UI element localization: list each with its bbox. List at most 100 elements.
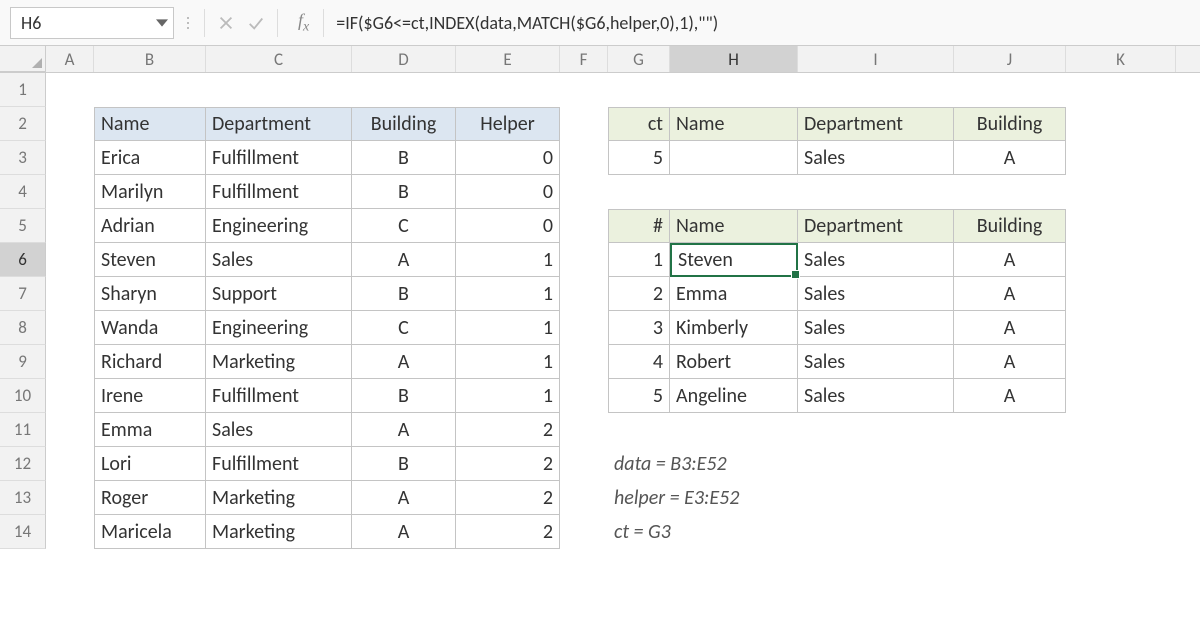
- cell[interactable]: A: [954, 379, 1066, 413]
- cell[interactable]: Support: [206, 277, 352, 311]
- cell[interactable]: Fulfillment: [206, 175, 352, 209]
- cell[interactable]: Sales: [798, 311, 954, 345]
- cell[interactable]: Sales: [798, 345, 954, 379]
- table-header[interactable]: #: [608, 209, 670, 243]
- col-header[interactable]: G: [608, 46, 670, 72]
- active-cell[interactable]: Steven: [670, 243, 798, 277]
- fx-icon[interactable]: fx: [298, 10, 309, 36]
- cell[interactable]: A: [954, 141, 1066, 175]
- cell[interactable]: A: [954, 311, 1066, 345]
- cell[interactable]: Fulfillment: [206, 379, 352, 413]
- cell[interactable]: Maricela: [94, 515, 206, 549]
- cell[interactable]: Adrian: [94, 209, 206, 243]
- cell[interactable]: 1: [456, 311, 560, 345]
- col-header[interactable]: A: [46, 46, 94, 72]
- spreadsheet-grid[interactable]: A B C D E F G H I J K 1 2 Name Departmen…: [0, 46, 1200, 549]
- cell[interactable]: Marketing: [206, 345, 352, 379]
- row-header[interactable]: 7: [0, 277, 46, 311]
- select-all-corner[interactable]: [0, 46, 46, 72]
- col-header[interactable]: C: [206, 46, 352, 72]
- cell[interactable]: 2: [608, 277, 670, 311]
- col-header[interactable]: E: [456, 46, 560, 72]
- cell[interactable]: Sales: [206, 413, 352, 447]
- cell[interactable]: 5: [608, 141, 670, 175]
- row-header[interactable]: 8: [0, 311, 46, 345]
- table-header[interactable]: Building: [352, 107, 456, 141]
- cell[interactable]: 2: [456, 481, 560, 515]
- cell[interactable]: Emma: [94, 413, 206, 447]
- cell[interactable]: Engineering: [206, 209, 352, 243]
- cell[interactable]: Emma: [670, 277, 798, 311]
- cell[interactable]: Wanda: [94, 311, 206, 345]
- cell[interactable]: Sales: [798, 379, 954, 413]
- row-header[interactable]: 4: [0, 175, 46, 209]
- cell[interactable]: Sales: [798, 277, 954, 311]
- col-header[interactable]: K: [1066, 46, 1176, 72]
- cell[interactable]: Sharyn: [94, 277, 206, 311]
- cell[interactable]: 4: [608, 345, 670, 379]
- note-text[interactable]: ct = G3: [608, 515, 670, 549]
- table-header[interactable]: Department: [206, 107, 352, 141]
- cell[interactable]: A: [954, 243, 1066, 277]
- cell[interactable]: Steven: [94, 243, 206, 277]
- cell[interactable]: 0: [456, 175, 560, 209]
- resize-grip-icon[interactable]: [182, 9, 194, 37]
- cell[interactable]: Sales: [206, 243, 352, 277]
- cell[interactable]: 2: [456, 447, 560, 481]
- cell[interactable]: 1: [456, 243, 560, 277]
- cell[interactable]: 5: [608, 379, 670, 413]
- cell[interactable]: 2: [456, 515, 560, 549]
- cancel-button[interactable]: [211, 8, 241, 38]
- cell[interactable]: Fulfillment: [206, 141, 352, 175]
- cell[interactable]: 1: [456, 277, 560, 311]
- cell[interactable]: Marketing: [206, 481, 352, 515]
- table-header[interactable]: Building: [954, 107, 1066, 141]
- row-header[interactable]: 14: [0, 515, 46, 549]
- cell[interactable]: Marilyn: [94, 175, 206, 209]
- table-header[interactable]: Department: [798, 209, 954, 243]
- table-header[interactable]: Helper: [456, 107, 560, 141]
- col-header[interactable]: B: [94, 46, 206, 72]
- cell[interactable]: Erica: [94, 141, 206, 175]
- cell[interactable]: B: [352, 175, 456, 209]
- row-header[interactable]: 3: [0, 141, 46, 175]
- cell[interactable]: A: [954, 277, 1066, 311]
- cell[interactable]: C: [352, 311, 456, 345]
- cell[interactable]: 3: [608, 311, 670, 345]
- col-header[interactable]: F: [560, 46, 608, 72]
- cell[interactable]: Robert: [670, 345, 798, 379]
- cell[interactable]: 1: [456, 345, 560, 379]
- cell[interactable]: B: [352, 141, 456, 175]
- cell[interactable]: [670, 141, 798, 175]
- formula-input[interactable]: =IF($G6<=ct,INDEX(data,MATCH($G6,helper,…: [330, 12, 1200, 34]
- cell[interactable]: 1: [608, 243, 670, 277]
- cell[interactable]: A: [352, 243, 456, 277]
- row-header[interactable]: 1: [0, 73, 46, 107]
- cell[interactable]: A: [352, 413, 456, 447]
- cell[interactable]: 2: [456, 413, 560, 447]
- cell[interactable]: Sales: [798, 243, 954, 277]
- cell[interactable]: B: [352, 379, 456, 413]
- cell[interactable]: A: [352, 345, 456, 379]
- table-header[interactable]: Name: [94, 107, 206, 141]
- table-header[interactable]: Department: [798, 107, 954, 141]
- cell[interactable]: A: [954, 345, 1066, 379]
- cell[interactable]: C: [352, 209, 456, 243]
- note-text[interactable]: data = B3:E52: [608, 447, 670, 481]
- cell[interactable]: B: [352, 277, 456, 311]
- row-header[interactable]: 13: [0, 481, 46, 515]
- row-header[interactable]: 5: [0, 209, 46, 243]
- note-text[interactable]: helper = E3:E52: [608, 481, 670, 515]
- cell[interactable]: 1: [456, 379, 560, 413]
- table-header[interactable]: Name: [670, 107, 798, 141]
- col-header-selected[interactable]: H: [670, 46, 798, 72]
- cell[interactable]: Engineering: [206, 311, 352, 345]
- cell[interactable]: 0: [456, 209, 560, 243]
- row-header[interactable]: 2: [0, 107, 46, 141]
- cell[interactable]: Kimberly: [670, 311, 798, 345]
- col-header[interactable]: J: [954, 46, 1066, 72]
- enter-button[interactable]: [241, 8, 271, 38]
- cell[interactable]: Angeline: [670, 379, 798, 413]
- cell[interactable]: Irene: [94, 379, 206, 413]
- cell[interactable]: Roger: [94, 481, 206, 515]
